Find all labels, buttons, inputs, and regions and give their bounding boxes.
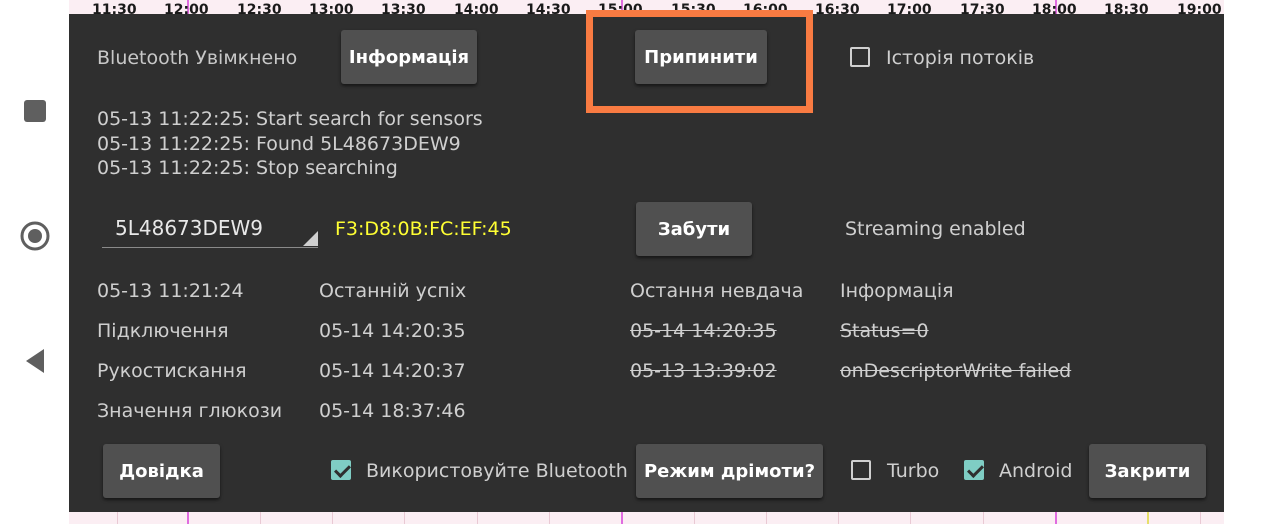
time-tick-label: 17:30 — [960, 2, 1005, 14]
time-tick-label: 12:30 — [237, 2, 282, 14]
time-tick-label: 13:30 — [381, 2, 426, 14]
recent-apps-button[interactable] — [17, 93, 53, 129]
chart-gridline — [260, 512, 261, 524]
chart-gridline — [117, 512, 118, 524]
time-tick-label: 14:30 — [526, 2, 571, 14]
status-header-last-failure: Остання невдача — [630, 280, 804, 302]
doze-mode-button[interactable]: Режим дрімоти? — [636, 444, 823, 498]
time-tick-label: 18:00 — [1032, 2, 1077, 14]
sensor-select[interactable]: 5L48673DEW9 — [102, 204, 318, 248]
home-button[interactable] — [17, 218, 53, 254]
turbo-label: Turbo — [887, 460, 940, 482]
status-row-success: 05-14 14:20:37 — [319, 360, 466, 382]
use-bluetooth-checkbox[interactable] — [331, 460, 351, 480]
dropdown-arrow-icon — [303, 231, 318, 246]
turbo-checkbox[interactable] — [851, 460, 871, 480]
status-header-time: 05-13 11:21:24 — [97, 280, 244, 302]
status-row-failure: 05-13 13:39:02 — [630, 360, 777, 382]
chart-gridline — [1200, 512, 1201, 524]
chart-gridline — [404, 512, 405, 524]
time-tick-label: 16:30 — [815, 2, 860, 14]
chart-gridline — [838, 512, 839, 524]
back-button[interactable] — [17, 343, 53, 379]
sensor-select-value: 5L48673DEW9 — [115, 216, 264, 240]
forget-button[interactable]: Забути — [636, 202, 752, 256]
close-button[interactable]: Закрити — [1089, 444, 1206, 498]
android-label: Android — [999, 460, 1073, 482]
chart-bottom-strip — [69, 512, 1224, 524]
help-button[interactable]: Довідка — [103, 444, 220, 498]
back-icon — [26, 349, 44, 373]
streaming-status: Streaming enabled — [845, 218, 1026, 240]
chart-gridline — [910, 512, 911, 524]
time-tick-label: 17:00 — [887, 2, 932, 14]
stop-button[interactable]: Припинити — [635, 30, 767, 84]
chart-marker-line — [621, 512, 623, 524]
system-navigation-bar — [0, 0, 69, 524]
sensor-select-underline — [102, 247, 318, 248]
android-checkbox[interactable] — [964, 460, 984, 480]
status-row-info: Status=0 — [840, 320, 929, 342]
bluetooth-status-dialog: Bluetooth Увімкнено Інформація Припинити… — [69, 10, 1224, 512]
log-line: 05-13 11:22:25: Found 5L48673DEW9 — [97, 133, 461, 155]
chart-gridline — [694, 512, 695, 524]
stream-history-checkbox[interactable] — [850, 47, 870, 67]
chart-marker-line — [187, 512, 189, 524]
time-tick-label: 14:00 — [454, 2, 499, 14]
status-row-failure: 05-14 14:20:35 — [630, 320, 777, 342]
use-bluetooth-label: Використовуйте Bluetooth — [366, 460, 628, 482]
status-row-label: Підключення — [97, 320, 229, 342]
bluetooth-status-text: Bluetooth Увімкнено — [97, 47, 298, 69]
status-header-info: Інформація — [840, 280, 954, 302]
status-header-last-success: Останній успіх — [319, 280, 467, 302]
status-row-success: 05-14 14:20:35 — [319, 320, 466, 342]
status-row-label: Значення глюкози — [97, 400, 283, 422]
status-row-success: 05-14 18:37:46 — [319, 400, 466, 422]
time-tick-label: 11:30 — [92, 2, 137, 14]
recent-apps-icon — [24, 100, 46, 122]
stream-history-label: Історія потоків — [886, 47, 1035, 69]
time-tick-label: 18:30 — [1104, 2, 1149, 14]
chart-gridline — [766, 512, 767, 524]
mac-address: F3:D8:0B:FC:EF:45 — [335, 218, 512, 240]
chart-gridline — [983, 512, 984, 524]
time-tick-label: 13:00 — [309, 2, 354, 14]
right-margin — [1224, 0, 1280, 524]
chart-marker-line — [1147, 512, 1149, 524]
time-tick-label: 19:00 — [1177, 2, 1222, 14]
chart-marker-line — [1055, 512, 1057, 524]
chart-gridline — [477, 512, 478, 524]
time-tick-label: 12:00 — [164, 2, 209, 14]
home-icon — [20, 221, 50, 251]
status-row-info: onDescriptorWrite failed — [840, 360, 1072, 382]
log-line: 05-13 11:22:25: Start search for sensors — [97, 108, 483, 130]
status-row-label: Рукостискання — [97, 360, 247, 382]
log-line: 05-13 11:22:25: Stop searching — [97, 157, 398, 179]
info-button[interactable]: Інформація — [341, 30, 477, 84]
chart-gridline — [549, 512, 550, 524]
chart-gridline — [332, 512, 333, 524]
